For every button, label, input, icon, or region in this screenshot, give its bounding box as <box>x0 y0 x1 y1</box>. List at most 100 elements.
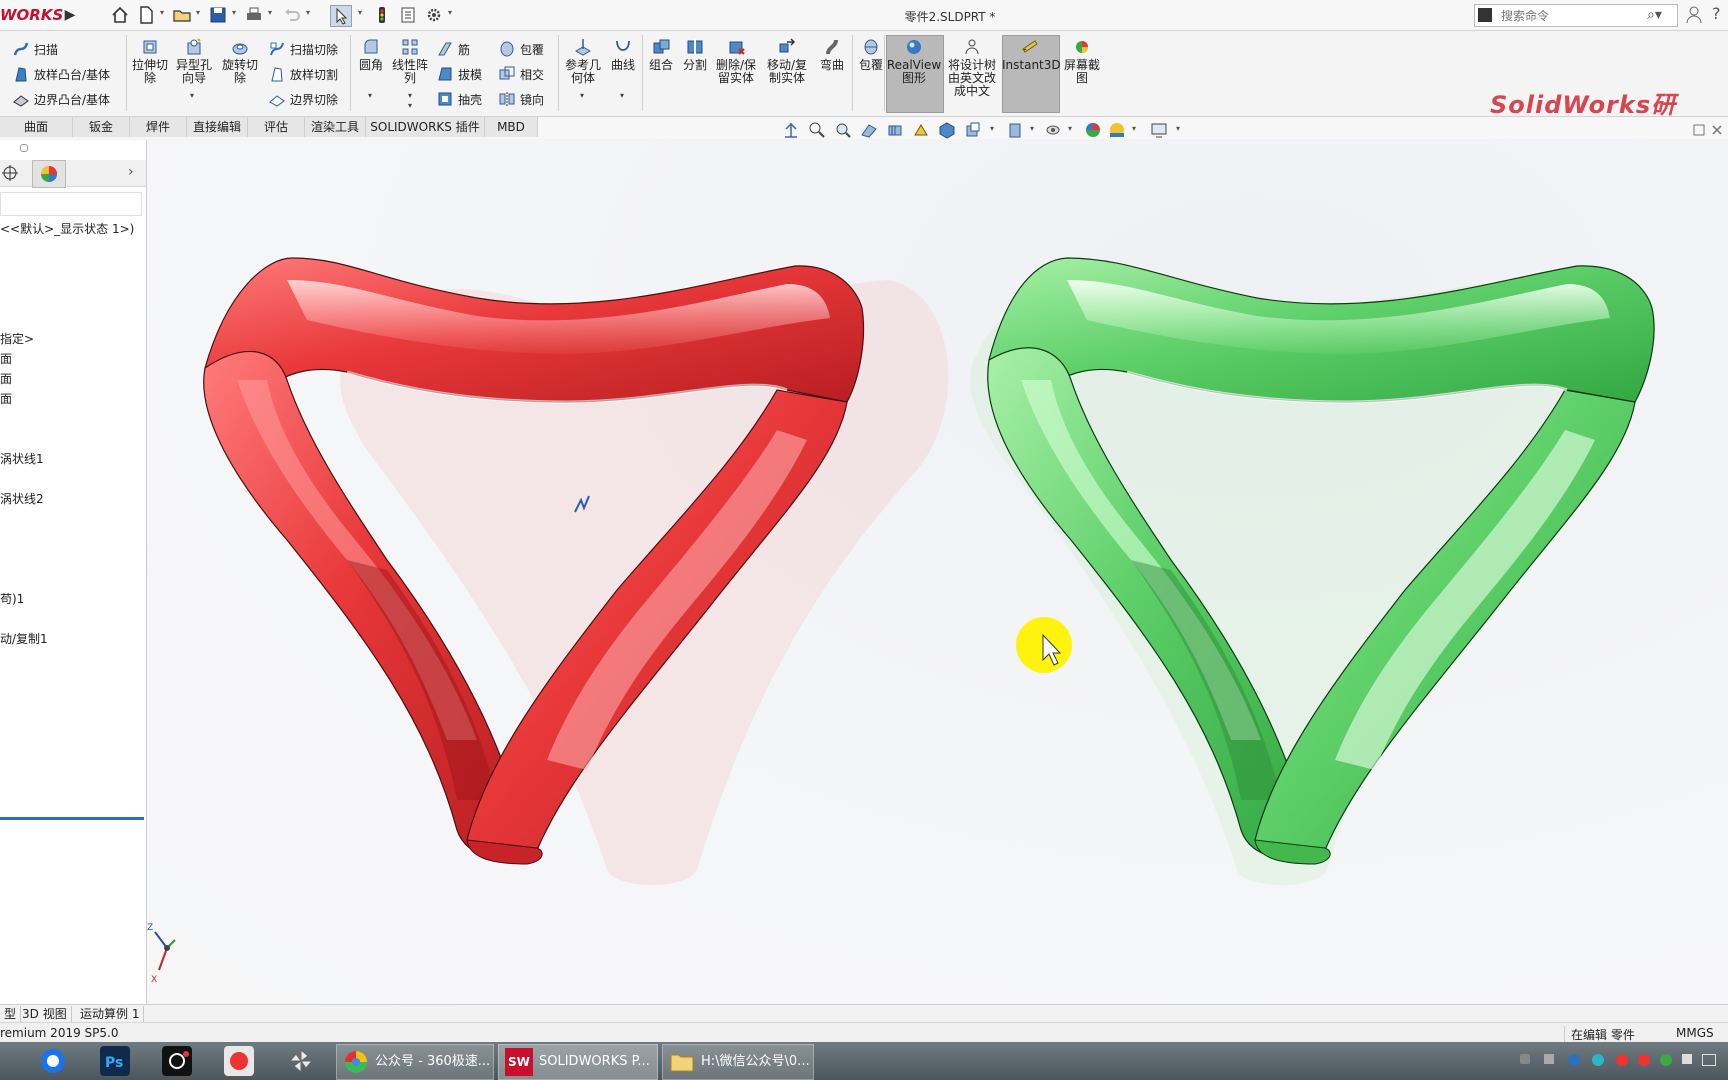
chevron-down-icon[interactable]: ▾ <box>990 124 994 133</box>
tree-item-front-plane[interactable]: 面 <box>0 350 12 367</box>
panel-close-icon[interactable] <box>1708 121 1726 139</box>
tree-item-helix1[interactable]: 涡状线1 <box>0 450 44 467</box>
chevron-down-icon[interactable]: ▾ <box>1132 124 1136 133</box>
graphics-viewport[interactable]: Z X <box>147 140 1728 1004</box>
display-manager-tab[interactable] <box>32 160 66 188</box>
section-view-icon[interactable] <box>860 121 878 139</box>
photoshop-icon[interactable]: Ps <box>100 1046 130 1076</box>
curves-button[interactable]: 曲线 <box>606 37 640 72</box>
green-triangle-model[interactable] <box>970 257 1655 885</box>
chevron-down-icon[interactable]: ▾ <box>1030 124 1034 133</box>
tab-sheet-metal[interactable]: 钣金 <box>73 117 130 137</box>
tree-item-top-plane[interactable]: 面 <box>0 370 12 387</box>
search-icon[interactable]: ⌕▾ <box>1647 7 1662 23</box>
volume-icon[interactable] <box>1682 1054 1692 1064</box>
tab-surface[interactable]: 曲面 <box>0 117 73 137</box>
system-tray[interactable] <box>1520 1052 1720 1070</box>
wrap2-button[interactable]: 包覆 <box>854 37 888 72</box>
chevron-down-icon[interactable]: ▾ <box>408 91 412 100</box>
draft-button[interactable]: 拔模 <box>436 63 482 85</box>
fillet-button[interactable]: 圆角 <box>354 37 388 72</box>
delete-keep-body-button[interactable]: 删除/保 留实体 <box>714 37 758 85</box>
taskbar-explorer-window[interactable]: H:\微信公众号\0... <box>662 1044 814 1080</box>
screen-capture-button[interactable]: 屏幕截 图 <box>1060 37 1104 85</box>
boundary-cut-button[interactable]: 边界切除 <box>268 88 338 110</box>
tab-evaluate[interactable]: 评估 <box>248 117 305 137</box>
network-icon[interactable] <box>1702 1054 1716 1066</box>
tray-icon[interactable] <box>1638 1054 1650 1066</box>
app-icon[interactable] <box>224 1046 254 1076</box>
zoom-area-icon[interactable] <box>808 121 826 139</box>
translate-tree-button[interactable]: 将设计树 由英文改 成中文 <box>944 37 1000 98</box>
reference-geometry-button[interactable]: 参考几 何体 <box>562 37 604 85</box>
hole-wizard-button[interactable]: 异型孔 向导 <box>174 37 214 85</box>
user-icon[interactable] <box>1686 6 1702 24</box>
units-selector[interactable]: MMGS <box>1676 1026 1714 1040</box>
wrap-button[interactable]: 包覆 <box>498 38 544 60</box>
tab-direct-edit[interactable]: 直接编辑 <box>187 117 248 137</box>
tab-solidworks-addins[interactable]: SOLIDWORKS 插件 <box>366 117 485 137</box>
combine-button[interactable]: 组合 <box>646 37 676 72</box>
previous-view-icon[interactable] <box>834 121 852 139</box>
tab-render-tools[interactable]: 渲染工具 <box>305 117 366 137</box>
revolve-cut-button[interactable]: 旋转切 除 <box>220 37 260 85</box>
loft-boss-button[interactable]: 放样凸台/基体 <box>12 63 110 85</box>
chevron-down-icon[interactable]: ▾ <box>580 91 584 100</box>
chevron-down-icon[interactable]: ▾ <box>408 101 412 110</box>
tree-item-move-copy1[interactable]: 动/复制1 <box>0 630 48 647</box>
apply-scene-icon[interactable] <box>1044 121 1062 139</box>
tree-item-right-plane[interactable]: 面 <box>0 390 12 407</box>
lofted-cut-button[interactable]: 放样切割 <box>268 63 338 85</box>
tab-3d-views[interactable]: 3D 视图 <box>18 1006 72 1022</box>
tray-icon[interactable] <box>1592 1054 1604 1066</box>
hide-show-icon[interactable] <box>964 121 982 139</box>
view-settings-icon[interactable] <box>1150 121 1168 139</box>
dimxpert-icon[interactable] <box>0 163 20 183</box>
boundary-boss-button[interactable]: 边界凸台/基体 <box>12 88 110 110</box>
chevron-down-icon[interactable]: ▾ <box>190 91 194 100</box>
zoom-to-fit-icon[interactable] <box>782 121 800 139</box>
shell-button[interactable]: 抽壳 <box>436 88 482 110</box>
move-copy-body-button[interactable]: 移动/复 制实体 <box>764 37 810 85</box>
tray-icon[interactable] <box>1568 1054 1580 1066</box>
browser-icon[interactable] <box>38 1046 68 1076</box>
swept-cut-button[interactable]: 扫描切除 <box>268 38 338 60</box>
view-orientation-icon[interactable] <box>912 121 930 139</box>
scenes-icon[interactable] <box>1108 121 1126 139</box>
taskbar-browser-window[interactable]: 公众号 - 360极速... <box>336 1044 494 1080</box>
tray-icon[interactable] <box>1616 1054 1628 1066</box>
pinwheel-icon[interactable] <box>286 1046 316 1076</box>
display-style-icon[interactable] <box>938 121 956 139</box>
taskbar-solidworks-window[interactable]: SW SOLIDWORKS P... <box>498 1044 658 1080</box>
recorder-icon[interactable] <box>162 1046 192 1076</box>
flex-button[interactable]: 弯曲 <box>816 37 848 72</box>
instant3d-button[interactable]: Instant3D <box>1002 37 1061 72</box>
intersect-button[interactable]: 相交 <box>498 63 544 85</box>
appearance-ball-icon[interactable] <box>1084 121 1102 139</box>
extrude-cut-button[interactable]: 拉伸切 除 <box>130 37 170 85</box>
tree-item-helix2[interactable]: 涡状线2 <box>0 490 44 507</box>
search-box[interactable]: ⌕▾ <box>1474 4 1678 27</box>
edit-appearance-icon[interactable] <box>1006 121 1024 139</box>
chevron-down-icon[interactable]: ▾ <box>1068 124 1072 133</box>
tab-weldments[interactable]: 焊件 <box>130 117 187 137</box>
tree-filter-field[interactable] <box>0 192 142 216</box>
tab-mbd[interactable]: MBD <box>485 117 538 137</box>
linear-pattern-button[interactable]: 线性阵 列 <box>390 37 430 85</box>
chevron-down-icon[interactable]: ▾ <box>368 91 372 100</box>
tree-display-state[interactable]: <<默认>_显示状态 1>) <box>0 220 134 237</box>
split-button[interactable]: 分割 <box>680 37 710 72</box>
tree-item-sweep1[interactable]: 苟)1 <box>0 590 24 607</box>
chevron-right-icon[interactable]: › <box>128 164 134 180</box>
chevron-down-icon[interactable]: ▾ <box>1176 124 1180 133</box>
help-icon[interactable]: ? <box>1712 4 1721 23</box>
pin-icon[interactable] <box>20 144 28 152</box>
rib-button[interactable]: 筋 <box>436 38 470 60</box>
dynamic-annotation-icon[interactable] <box>886 121 904 139</box>
rollback-bar[interactable] <box>0 817 144 820</box>
tray-icon[interactable] <box>1660 1054 1672 1066</box>
search-input[interactable] <box>1499 6 1643 26</box>
tree-item-material[interactable]: 指定> <box>0 330 34 347</box>
tray-icon[interactable] <box>1520 1054 1530 1064</box>
red-triangle-model[interactable] <box>203 257 949 885</box>
